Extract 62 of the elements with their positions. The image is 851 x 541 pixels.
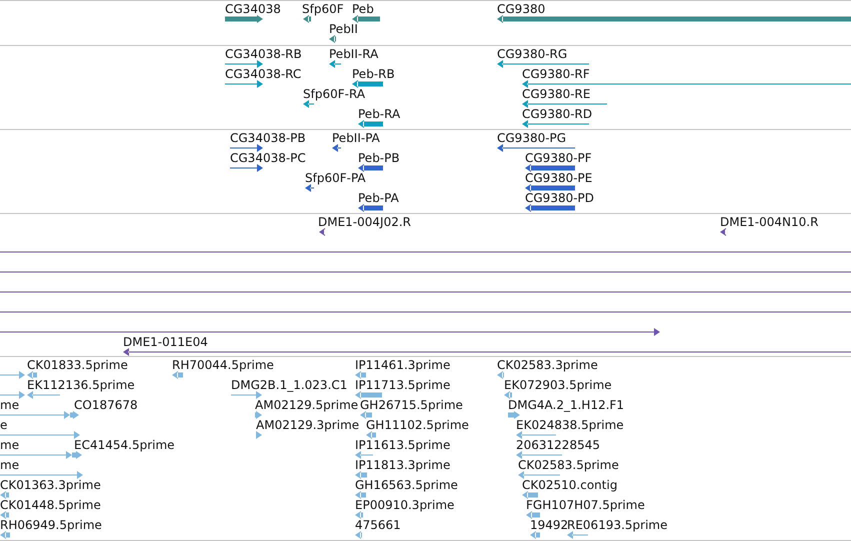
feature-label: CG34038 xyxy=(225,2,281,16)
feature-label: EK072903.5prime xyxy=(504,378,612,392)
feature-label: GH26715.5prime xyxy=(360,398,463,412)
feature-label: EK024838.5prime xyxy=(516,418,624,432)
feature-label: Peb-PB xyxy=(358,151,400,165)
feature-label: RH70044.5prime xyxy=(172,358,274,372)
feature-label: CK02510.contig xyxy=(522,478,618,492)
feature-label: CG9380-PD xyxy=(525,191,594,205)
feature-label: EC41454.5prime xyxy=(74,438,175,452)
feature-label: DME1-011E04 xyxy=(123,335,208,349)
feature-label: PebII-PA xyxy=(332,131,380,145)
feature-label: CG9380-PE xyxy=(525,171,592,185)
feature-label: Sfp60F-RA xyxy=(303,87,366,101)
feature-label: CG34038-RB xyxy=(225,47,302,61)
feature-label: DMG4A.2_1.H12.F1 xyxy=(508,398,624,412)
feature-label: GH16563.5prime xyxy=(355,478,458,492)
feature-label: CO187678 xyxy=(74,398,138,412)
feature-label: me xyxy=(0,438,20,452)
feature-label: 475661 xyxy=(355,518,401,532)
feature-label: CK01448.5prime xyxy=(0,498,101,512)
feature-label: CG9380-RF xyxy=(522,67,590,81)
feature-label: CG9380-PG xyxy=(497,131,566,145)
feature-label: RE06193.5prime xyxy=(567,518,668,532)
feature-label: 20631228545 xyxy=(516,438,600,452)
feature-label: Peb-RB xyxy=(352,67,395,81)
feature-label: 19492 xyxy=(530,518,568,532)
feature-label: CK01833.5prime xyxy=(27,358,128,372)
feature-label: CG9380-RD xyxy=(522,107,592,121)
feature-label: CK02583.3prime xyxy=(497,358,598,372)
feature-label: Peb xyxy=(352,2,374,16)
feature-label: AM02129.5prime xyxy=(255,398,358,412)
feature-label: CG9380 xyxy=(497,2,546,16)
feature-label: IP11461.3prime xyxy=(355,358,450,372)
feature-label: DME1-004J02.R xyxy=(318,215,412,229)
feature-label: Sfp60F xyxy=(302,2,344,16)
feature-label: DME1-004N10.R xyxy=(720,215,818,229)
feature-label: CG9380-PF xyxy=(525,151,592,165)
feature-label: IP11713.5prime xyxy=(355,378,450,392)
feature-label: PebII xyxy=(329,22,358,36)
feature-label: CG34038-PC xyxy=(230,151,306,165)
feature-label: Sfp60F-PA xyxy=(305,171,366,185)
feature-label: IP11613.5prime xyxy=(355,438,450,452)
feature-label: CK02583.5prime xyxy=(518,458,619,472)
feature-label: CG34038-PB xyxy=(230,131,306,145)
feature-label: e xyxy=(0,418,8,432)
feature-label: CG34038-RC xyxy=(225,67,302,81)
feature-label: Peb-PA xyxy=(358,191,399,205)
feature-label: CK01363.3prime xyxy=(0,478,101,492)
feature-label: CG9380-RG xyxy=(497,47,568,61)
feature-label: EP00910.3prime xyxy=(355,498,454,512)
feature-label: PebII-RA xyxy=(329,47,378,61)
feature-label: me xyxy=(0,398,20,412)
feature-label: RH06949.5prime xyxy=(0,518,102,532)
feature-label: FGH107H07.5prime xyxy=(526,498,645,512)
feature-label: AM02129.3prime xyxy=(256,418,360,432)
feature-label: me xyxy=(0,458,20,472)
feature-label: CG9380-RE xyxy=(522,87,590,101)
feature-label: IP11813.3prime xyxy=(355,458,450,472)
feature-label: EK112136.5prime xyxy=(27,378,135,392)
feature-label: DMG2B.1_1.023.C1 xyxy=(231,378,348,392)
feature-label: GH11102.5prime xyxy=(366,418,469,432)
feature-label: Peb-RA xyxy=(358,107,400,121)
